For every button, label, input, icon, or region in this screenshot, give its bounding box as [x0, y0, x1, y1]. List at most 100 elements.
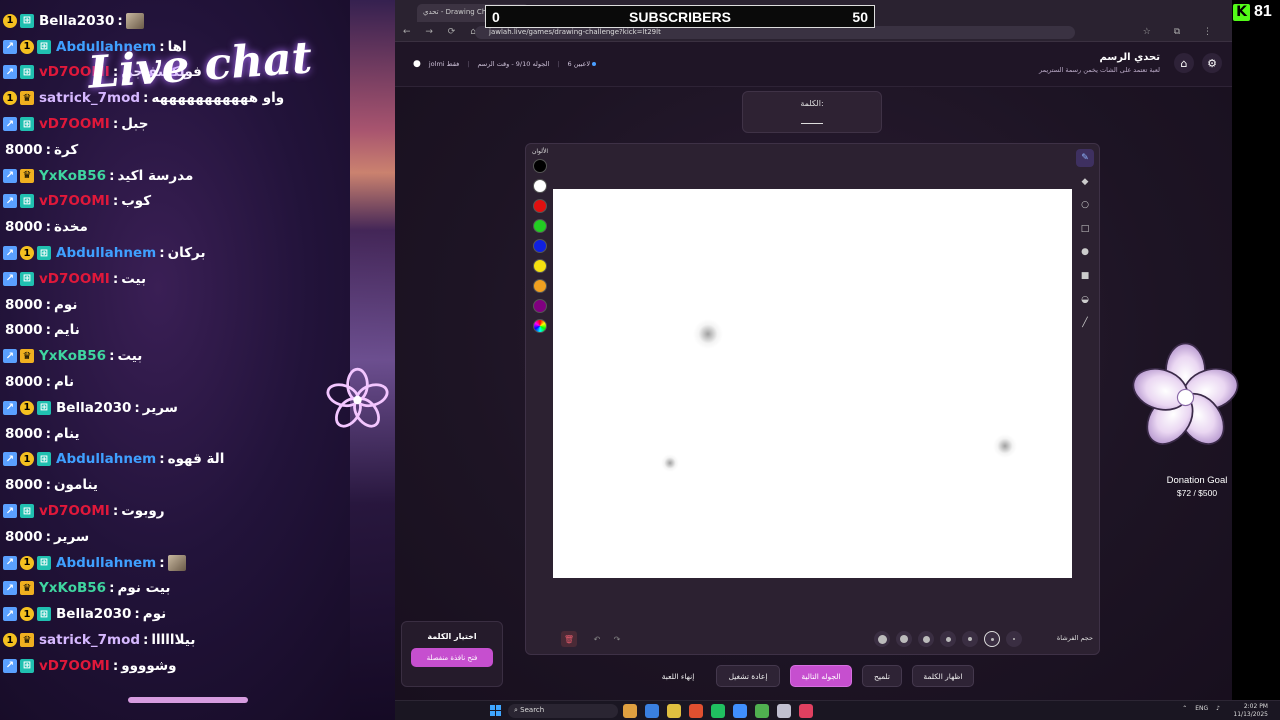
custom-color-picker[interactable]: [533, 319, 547, 333]
brush-size-4[interactable]: [940, 631, 956, 647]
volume-icon[interactable]: ♪: [1216, 705, 1220, 712]
chat-badge-icon: ⊞: [37, 555, 51, 570]
language-indicator[interactable]: ENG: [1195, 705, 1208, 712]
chat-username[interactable]: Bella2030: [39, 13, 114, 29]
chat-username[interactable]: 8000: [5, 142, 43, 158]
color-swatch[interactable]: [533, 159, 547, 173]
drawing-canvas[interactable]: [553, 189, 1072, 578]
chat-message: ↗ ⊞ vD7OOMI : روبوت: [0, 498, 390, 524]
eraser-icon[interactable]: ◆: [1076, 173, 1094, 191]
fill-bucket-icon[interactable]: ◒: [1076, 291, 1094, 309]
flower-decoration-icon: [1132, 342, 1239, 445]
chevron-up-icon[interactable]: ⌃: [1182, 705, 1187, 712]
chat-username[interactable]: Abdullahnem: [56, 451, 156, 467]
app-icon[interactable]: [799, 704, 813, 718]
open-popup-button[interactable]: فتح نافذة منفصلة: [411, 648, 493, 667]
color-swatch[interactable]: [533, 179, 547, 193]
color-swatch[interactable]: [533, 219, 547, 233]
chat-username[interactable]: vD7OOMI: [39, 116, 110, 132]
pen-icon[interactable]: ✎: [1076, 149, 1094, 167]
chat-username[interactable]: vD7OOMI: [39, 193, 110, 209]
chat-username[interactable]: satrick_7mod: [39, 632, 140, 648]
home-icon[interactable]: ⌂: [1174, 53, 1194, 73]
app-icon[interactable]: [689, 704, 703, 718]
chat-username[interactable]: 8000: [5, 297, 43, 313]
app-icon[interactable]: [755, 704, 769, 718]
chat-username[interactable]: 8000: [5, 322, 43, 338]
chat-username[interactable]: YxKoB56: [39, 348, 106, 364]
show-word-button[interactable]: اظهار الكلمة: [912, 665, 974, 687]
stream-overlay: 1 ⊞ Bella2030 : ↗ 1 ⊞ Abdullahnem : اها ↗ ⊞ vD7O…: [0, 0, 1280, 720]
brush-size-7[interactable]: [874, 631, 890, 647]
settings-gear-icon[interactable]: ⚙: [1202, 53, 1222, 73]
chat-badge-icon: ⊞: [20, 271, 34, 286]
chat-scrollbar[interactable]: [128, 697, 248, 703]
clock[interactable]: 2:02 PM 11/13/2025: [1233, 703, 1268, 719]
chat-message: ↗ ⊞ vD7OOMI : بيت: [0, 266, 390, 292]
chat-username[interactable]: 8000: [5, 374, 43, 390]
chat-username[interactable]: 8000: [5, 426, 43, 442]
chat-text: كرة: [53, 141, 79, 158]
clear-canvas-icon[interactable]: 🗑: [561, 631, 577, 647]
rectangle-outline-icon[interactable]: □: [1076, 220, 1094, 238]
app-icon[interactable]: [623, 704, 637, 718]
restart-button[interactable]: إعادة تشغيل: [716, 665, 780, 687]
chat-username[interactable]: 8000: [5, 219, 43, 235]
brush-size-6[interactable]: [896, 631, 912, 647]
chat-username[interactable]: vD7OOMI: [39, 271, 110, 287]
circle-filled-icon[interactable]: ●: [1076, 243, 1094, 261]
chat-username[interactable]: vD7OOMI: [39, 503, 110, 519]
hint-button[interactable]: تلميح: [862, 665, 902, 687]
chat-separator: :: [109, 580, 115, 597]
chat-badge-icon: 1: [20, 452, 34, 467]
donation-goal: Donation Goal $72 / $500: [1152, 475, 1242, 498]
brush-size-2[interactable]: [984, 631, 1000, 647]
color-swatch[interactable]: [533, 259, 547, 273]
chat-text: سرير: [53, 528, 90, 545]
folder-icon[interactable]: [667, 704, 681, 718]
color-swatch[interactable]: [533, 199, 547, 213]
chat-badge-icon: ↗: [3, 65, 17, 80]
chat-username[interactable]: YxKoB56: [39, 580, 106, 596]
brush-size-3[interactable]: [962, 631, 978, 647]
chat-badge-icon: ♛: [20, 581, 34, 596]
rectangle-filled-icon[interactable]: ■: [1076, 267, 1094, 285]
chat-separator: :: [45, 219, 51, 236]
brush-size-5[interactable]: [918, 631, 934, 647]
chat-username[interactable]: Bella2030: [56, 606, 131, 622]
nav-buttons[interactable]: ← → ⟳ ⌂: [403, 27, 482, 37]
app-icon[interactable]: [777, 704, 791, 718]
chat-separator: :: [134, 606, 140, 623]
browser-tools-icon[interactable]: ☆ ⧉ ⋮: [1143, 27, 1222, 37]
undo-icon[interactable]: ↶: [589, 631, 605, 647]
spotify-icon[interactable]: [711, 704, 725, 718]
color-swatch[interactable]: [533, 299, 547, 313]
chat-message: ↗ 1 ⊞ Bella2030 : نوم: [0, 601, 390, 627]
windows-start-icon[interactable]: [490, 705, 501, 716]
taskbar-search[interactable]: ⌕ Search: [508, 704, 618, 718]
end-game-button[interactable]: إنهاء اللعبة: [650, 665, 706, 687]
color-swatch[interactable]: [533, 239, 547, 253]
line-icon[interactable]: ╱: [1076, 314, 1094, 332]
chat-username[interactable]: Abdullahnem: [56, 245, 156, 261]
chat-username[interactable]: 8000: [5, 529, 43, 545]
next-round-button[interactable]: الجوله التالية: [790, 665, 852, 687]
chat-username[interactable]: vD7OOMI: [39, 658, 110, 674]
word-label: الكلمة:: [800, 99, 824, 108]
chat-message: ↗ 1 ⊞ Abdullahnem :: [0, 550, 390, 576]
circle-outline-icon[interactable]: ○: [1076, 196, 1094, 214]
chat-username[interactable]: YxKoB56: [39, 168, 106, 184]
chat-messages: 1 ⊞ Bella2030 : ↗ 1 ⊞ Abdullahnem : اها ↗ ⊞ vD7O…: [0, 8, 390, 679]
chat-badge-icon: 1: [20, 555, 34, 570]
brush-size-label: حجم الفرشاة: [1056, 634, 1093, 642]
brush-size-1[interactable]: [1006, 631, 1022, 647]
chat-username[interactable]: Bella2030: [56, 400, 131, 416]
chrome-icon[interactable]: [733, 704, 747, 718]
color-swatch[interactable]: [533, 279, 547, 293]
chat-username[interactable]: 8000: [5, 477, 43, 493]
chat-username[interactable]: Abdullahnem: [56, 555, 156, 571]
app-icon[interactable]: [645, 704, 659, 718]
chat-badge-icon: ♛: [20, 168, 34, 183]
chat-badge-icon: ↗: [3, 39, 17, 54]
redo-icon[interactable]: ↷: [609, 631, 625, 647]
